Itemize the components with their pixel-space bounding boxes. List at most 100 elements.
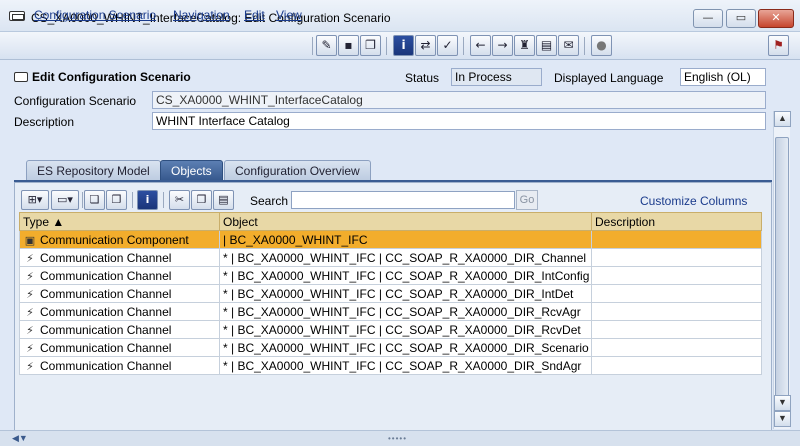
- list-icon[interactable]: ▤: [536, 35, 557, 56]
- cell-description[interactable]: [591, 266, 762, 285]
- table-row[interactable]: ⚡ Communication Channel * | BC_XA0000_WHIN…: [19, 266, 762, 285]
- cell-object[interactable]: * | BC_XA0000_WHINT_IFC | CC_SOAP_R_XA00…: [219, 338, 592, 357]
- navigate-icon[interactable]: ⇄: [415, 35, 436, 56]
- channel-icon: ⚡: [26, 269, 34, 283]
- panel-separator: [163, 192, 164, 208]
- scroll-icon[interactable]: ✉: [558, 35, 579, 56]
- tab-objects[interactable]: Objects: [160, 160, 223, 181]
- add-object-icon[interactable]: ⊞▾: [21, 190, 49, 210]
- status-field: In Process: [451, 68, 542, 86]
- cell-type[interactable]: ⚡ Communication Channel: [19, 356, 220, 375]
- hat-icon[interactable]: ♜: [514, 35, 535, 56]
- cell-object[interactable]: | BC_XA0000_WHINT_IFC: [219, 230, 592, 249]
- copy-row-icon[interactable]: ❐: [191, 190, 212, 210]
- menu-configuration-scenario[interactable]: Configuration Scenario: [34, 8, 156, 22]
- column-header-description[interactable]: Description: [591, 212, 762, 231]
- description-field[interactable]: WHINT Interface Catalog: [152, 112, 766, 130]
- display-change-icon[interactable]: ✎: [316, 35, 337, 56]
- cell-object[interactable]: * | BC_XA0000_WHINT_IFC | CC_SOAP_R_XA00…: [219, 320, 592, 339]
- panel-separator: [132, 192, 133, 208]
- display-object-icon[interactable]: ▭▾: [51, 190, 79, 210]
- menu-navigation[interactable]: Navigation: [173, 8, 230, 22]
- cell-type[interactable]: ⚡ Communication Channel: [19, 338, 220, 357]
- scroll-down-button[interactable]: ▼: [774, 395, 791, 411]
- cell-type-label: Communication Channel: [40, 250, 172, 265]
- cell-description[interactable]: [591, 338, 762, 357]
- configuration-scenario-field[interactable]: CS_XA0000_WHINT_InterfaceCatalog: [152, 91, 766, 109]
- table-row[interactable]: ▣ Communication Component | BC_XA0000_WHIN…: [19, 230, 762, 249]
- go-button[interactable]: Go: [516, 190, 538, 210]
- maximize-button[interactable]: ▭: [726, 9, 756, 28]
- table-header-row: Type ▲ Object Description: [19, 212, 762, 231]
- check-icon[interactable]: ✓: [437, 35, 458, 56]
- copy-icon[interactable]: ❐: [360, 35, 381, 56]
- cell-description[interactable]: [591, 320, 762, 339]
- cell-description[interactable]: [591, 284, 762, 303]
- table-row[interactable]: ⚡ Communication Channel * | BC_XA0000_WHIN…: [19, 248, 762, 267]
- save-icon[interactable]: ▪: [338, 35, 359, 56]
- column-header-type[interactable]: Type ▲: [19, 212, 220, 231]
- table-row[interactable]: ⚡ Communication Channel * | BC_XA0000_WHIN…: [19, 284, 762, 303]
- vertical-scrollbar[interactable]: ▲ ▼ ▼: [773, 111, 791, 429]
- cell-object[interactable]: * | BC_XA0000_WHINT_IFC | CC_SOAP_R_XA00…: [219, 302, 592, 321]
- cell-object[interactable]: * | BC_XA0000_WHINT_IFC | CC_SOAP_R_XA00…: [219, 284, 592, 303]
- displayed-language-select[interactable]: English (OL): [680, 68, 766, 86]
- table-row[interactable]: ⚡ Communication Channel * | BC_XA0000_WHIN…: [19, 320, 762, 339]
- scroll-thumb[interactable]: [775, 137, 789, 405]
- forward-icon[interactable]: →: [492, 35, 513, 56]
- info-icon[interactable]: i: [393, 35, 414, 56]
- table-row[interactable]: ⚡ Communication Channel * | BC_XA0000_WHIN…: [19, 302, 762, 321]
- sap-window-icon[interactable]: [9, 11, 25, 21]
- minimize-button[interactable]: —: [693, 9, 723, 28]
- scroll-bottom-button[interactable]: ▼: [774, 411, 791, 427]
- paste-icon[interactable]: ▤: [213, 190, 234, 210]
- displayed-language-label: Displayed Language: [554, 71, 664, 85]
- pin-icon[interactable]: ⚑: [768, 35, 789, 56]
- cell-type[interactable]: ⚡ Communication Channel: [19, 266, 220, 285]
- channel-icon: ⚡: [26, 359, 34, 373]
- menu-edit[interactable]: Edit: [244, 8, 265, 22]
- channel-icon: ⚡: [26, 287, 34, 301]
- column-header-object[interactable]: Object: [219, 212, 592, 231]
- cell-object[interactable]: * | BC_XA0000_WHINT_IFC | CC_SOAP_R_XA00…: [219, 266, 592, 285]
- cell-type[interactable]: ⚡ Communication Channel: [19, 284, 220, 303]
- customize-columns-link[interactable]: Customize Columns: [640, 194, 747, 208]
- cell-type[interactable]: ⚡ Communication Channel: [19, 320, 220, 339]
- details-info-icon[interactable]: i: [137, 190, 158, 210]
- cell-type[interactable]: ▣ Communication Component: [19, 230, 220, 249]
- menu-view[interactable]: View: [276, 8, 302, 22]
- channel-icon: ⚡: [26, 323, 34, 337]
- close-button[interactable]: ✕: [758, 9, 794, 28]
- cell-type[interactable]: ⚡ Communication Channel: [19, 248, 220, 267]
- search-input[interactable]: [291, 191, 515, 209]
- status-bar: ◀▼ •••••: [0, 430, 800, 446]
- cell-description[interactable]: [591, 248, 762, 267]
- cell-description[interactable]: [591, 302, 762, 321]
- channel-icon: ⚡: [26, 341, 34, 355]
- cell-object[interactable]: * | BC_XA0000_WHINT_IFC | CC_SOAP_R_XA00…: [219, 356, 592, 375]
- tab-configuration-overview[interactable]: Configuration Overview: [224, 160, 371, 181]
- table-row[interactable]: ⚡ Communication Channel * | BC_XA0000_WHIN…: [19, 338, 762, 357]
- toolbar-separator: [463, 37, 464, 55]
- description-label: Description: [14, 115, 75, 129]
- cell-type-label: Communication Channel: [40, 286, 172, 301]
- status-bar-toggle-icon[interactable]: ◀▼: [12, 433, 28, 444]
- cell-description[interactable]: [591, 230, 762, 249]
- back-icon[interactable]: ←: [470, 35, 491, 56]
- open-folder-icon[interactable]: ❐: [106, 190, 127, 210]
- panel-separator: [82, 192, 83, 208]
- table-row[interactable]: ⚡ Communication Channel * | BC_XA0000_WHIN…: [19, 356, 762, 375]
- resize-grip[interactable]: •••••: [388, 434, 407, 443]
- channel-icon: ⚡: [26, 305, 34, 319]
- cell-description[interactable]: [591, 356, 762, 375]
- cell-type-label: Communication Channel: [40, 340, 172, 355]
- toolbar-separator: [386, 37, 387, 55]
- toolbar-separator: [312, 37, 313, 55]
- cell-type[interactable]: ⚡ Communication Channel: [19, 302, 220, 321]
- cut-icon[interactable]: ✂: [169, 190, 190, 210]
- tab-es-repository-model[interactable]: ES Repository Model: [26, 160, 161, 181]
- cell-object[interactable]: * | BC_XA0000_WHINT_IFC | CC_SOAP_R_XA00…: [219, 248, 592, 267]
- scroll-up-button[interactable]: ▲: [774, 111, 791, 127]
- circle-icon[interactable]: ●: [591, 35, 612, 56]
- new-document-icon[interactable]: ❏: [84, 190, 105, 210]
